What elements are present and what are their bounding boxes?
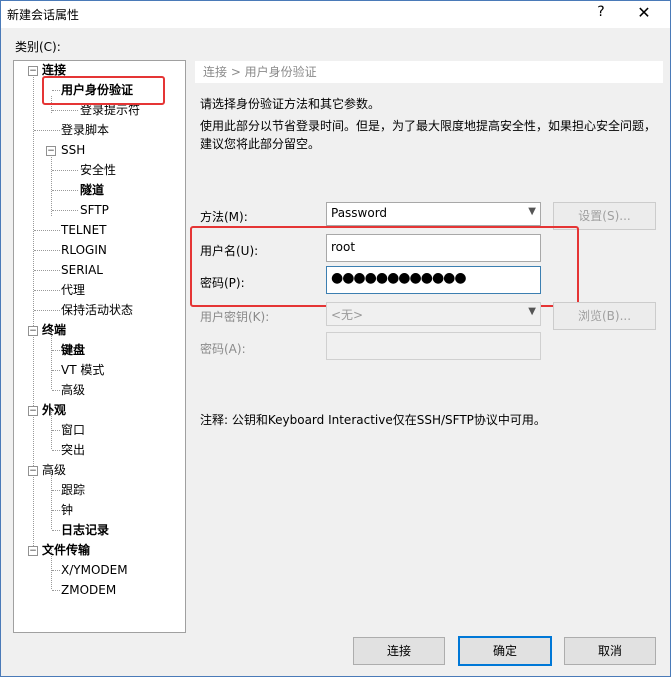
close-icon[interactable]: ✕: [631, 3, 657, 22]
passphrase-label: 密码(A):: [200, 342, 246, 356]
tree-item-telnet[interactable]: TELNET: [61, 221, 107, 239]
highlight-box-tree: [42, 76, 165, 105]
tree-line: [52, 370, 60, 371]
ok-button[interactable]: 确定: [458, 636, 552, 666]
tree-item-highlight[interactable]: 突出: [61, 441, 85, 459]
collapse-icon[interactable]: −: [28, 466, 38, 476]
tree-item-keepalive[interactable]: 保持活动状态: [61, 301, 133, 319]
method-value: Password: [331, 206, 388, 220]
note-text: 注释: 公钥和Keyboard Interactive仅在SSH/SFTP协议中…: [200, 413, 546, 427]
connect-button[interactable]: 连接: [353, 637, 445, 665]
tree-item-tunnel[interactable]: 隧道: [80, 181, 104, 199]
tree-line: [52, 170, 78, 171]
tree-line: [34, 290, 60, 291]
tree-line: [34, 250, 60, 251]
breadcrumb: 连接 > 用户身份验证: [195, 61, 663, 83]
cancel-button[interactable]: 取消: [564, 637, 656, 665]
chevron-down-icon: ▼: [528, 206, 536, 217]
description-line1: 请选择身份验证方法和其它参数。: [200, 97, 381, 111]
method-label: 方法(M):: [200, 210, 248, 224]
tree-line: [52, 210, 78, 211]
tree-line: [52, 590, 60, 591]
collapse-icon[interactable]: −: [46, 146, 56, 156]
tree-item-ssh[interactable]: SSH: [61, 141, 85, 159]
category-tree[interactable]: − 连接 用户身份验证 登录提示符 登录脚本 − SSH 安全性 隧道 SFTP…: [13, 60, 186, 633]
tree-line: [52, 530, 60, 531]
chevron-down-icon: ▼: [528, 306, 536, 317]
tree-line: [34, 130, 60, 131]
tree-item-security[interactable]: 安全性: [80, 161, 116, 179]
tree-line: [51, 148, 52, 216]
userkey-select[interactable]: <无> ▼: [326, 302, 541, 326]
tree-line: [52, 450, 60, 451]
collapse-icon[interactable]: −: [28, 406, 38, 416]
tree-item-file-transfer[interactable]: 文件传输: [42, 541, 90, 559]
tree-item-trace[interactable]: 跟踪: [61, 481, 85, 499]
tree-item-zmodem[interactable]: ZMODEM: [61, 581, 116, 599]
tree-item-terminal[interactable]: 终端: [42, 321, 66, 339]
tree-item-keyboard[interactable]: 键盘: [61, 341, 85, 359]
tree-line: [33, 74, 34, 552]
tree-item-sftp[interactable]: SFTP: [80, 201, 109, 219]
tree-item-terminal-advanced[interactable]: 高级: [61, 381, 85, 399]
method-select[interactable]: Password ▼: [326, 202, 541, 226]
highlight-box-credentials: [190, 226, 579, 307]
tree-line: [52, 110, 78, 111]
tree-line: [34, 230, 60, 231]
title-bar: 新建会话属性 ? ✕: [1, 1, 670, 28]
tree-item-proxy[interactable]: 代理: [61, 281, 85, 299]
window-title: 新建会话属性: [7, 8, 80, 22]
tree-line: [34, 270, 60, 271]
tree-item-window[interactable]: 窗口: [61, 421, 85, 439]
tree-line: [52, 350, 60, 351]
tree-item-logging[interactable]: 日志记录: [61, 521, 109, 539]
tree-line: [52, 190, 78, 191]
tree-item-bell[interactable]: 钟: [61, 501, 73, 519]
userkey-label: 用户密钥(K):: [200, 310, 270, 324]
tree-item-appearance[interactable]: 外观: [42, 401, 66, 419]
tree-line: [34, 310, 60, 311]
tree-item-login-script[interactable]: 登录脚本: [61, 121, 109, 139]
collapse-icon[interactable]: −: [28, 326, 38, 336]
description-line2: 使用此部分以节省登录时间。但是，为了最大限度地提高安全性，如果担心安全问题，建议…: [200, 119, 657, 151]
tree-line: [52, 570, 60, 571]
tree-line: [52, 430, 60, 431]
tree-item-xymodem[interactable]: X/YMODEM: [61, 561, 128, 579]
tree-item-advanced[interactable]: 高级: [42, 461, 66, 479]
collapse-icon[interactable]: −: [28, 66, 38, 76]
help-icon[interactable]: ?: [591, 4, 611, 20]
userkey-value: <无>: [331, 308, 364, 322]
tree-line: [52, 510, 60, 511]
tree-item-vt-mode[interactable]: VT 模式: [61, 361, 104, 379]
tree-line: [52, 490, 60, 491]
tree-line: [52, 390, 60, 391]
tree-item-serial[interactable]: SERIAL: [61, 261, 103, 279]
session-properties-dialog: 新建会话属性 ? ✕ 类别(C): − 连接 用户身份验证 登录提示符 登录脚本…: [0, 0, 671, 677]
collapse-icon[interactable]: −: [28, 546, 38, 556]
category-label: 类别(C):: [15, 40, 61, 54]
browse-button[interactable]: 浏览(B)...: [553, 302, 656, 330]
passphrase-input[interactable]: [326, 332, 541, 360]
tree-item-rlogin[interactable]: RLOGIN: [61, 241, 107, 259]
